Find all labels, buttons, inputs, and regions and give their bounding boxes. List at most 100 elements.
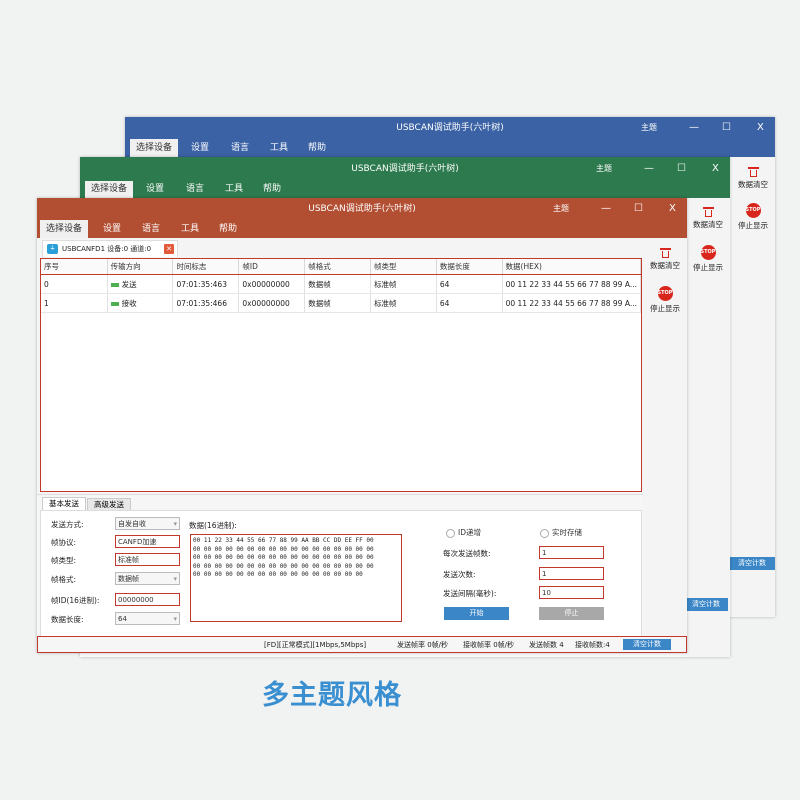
menu-settings[interactable]: 设置	[103, 220, 121, 238]
send-panel: 基本发送 高级发送 发送方式: 自发自收 帧协议: CANFD加速 帧类型: 标…	[37, 494, 643, 637]
menu-language[interactable]: 语言	[231, 139, 249, 157]
clear-data-button[interactable]: 数据清空	[644, 248, 686, 271]
send-mode-select[interactable]: 自发自收	[115, 517, 180, 531]
cell-data-hex: 00 11 22 33 44 55 66 77 88 99 A...	[502, 293, 642, 313]
close-button[interactable]: X	[712, 157, 719, 181]
menu-language[interactable]: 语言	[142, 220, 160, 238]
cell-data-length: 64	[436, 274, 503, 294]
menu-settings[interactable]: 设置	[146, 181, 164, 198]
window-title: USBCAN调试助手(六叶树)	[351, 164, 459, 174]
frames-per-send-input[interactable]: 1	[539, 546, 604, 559]
menu-help[interactable]: 帮助	[308, 139, 326, 157]
cell-data-hex: 00 11 22 33 44 55 66 77 88 99 A...	[502, 274, 642, 294]
frame-id-input[interactable]: 00000000	[115, 593, 180, 606]
start-send-button[interactable]: 开始	[444, 607, 509, 620]
cell-direction: 接收	[107, 293, 174, 313]
maximize-button[interactable]: ☐	[722, 117, 731, 139]
frame-type-select[interactable]: 标准帧	[115, 553, 180, 566]
cell-data-length: 64	[436, 293, 503, 313]
menu-tools[interactable]: 工具	[181, 220, 199, 238]
label-frame-id: 帧ID(16进制):	[51, 596, 100, 605]
frame-format-select[interactable]: 数据帧	[115, 572, 180, 586]
blue-titlebar: USBCAN调试助手(六叶树) 主题 — ☐ X	[125, 117, 775, 139]
status-recv-rate: 接收帧率 0帧/秒	[463, 641, 515, 649]
col-header-direction[interactable]: 传输方向	[107, 259, 174, 275]
id-increment-checkbox[interactable]: ID递增	[446, 527, 481, 538]
send-interval-input[interactable]: 10	[539, 586, 604, 599]
table-row[interactable]: 0 发送 07:01:35:463 0x00000000 数据帧 标准帧 64 …	[41, 274, 642, 294]
maximize-button[interactable]: ☐	[634, 198, 643, 220]
clear-data-button[interactable]: 数据清空	[687, 207, 729, 230]
send-form: 发送方式: 自发自收 帧协议: CANFD加速 帧类型: 标准帧 帧格式: 数据…	[40, 510, 642, 637]
receive-indicator-icon	[110, 301, 119, 306]
protocol-select[interactable]: CANFD加速	[115, 535, 180, 548]
menu-tools[interactable]: 工具	[270, 139, 288, 157]
label-send-interval: 发送间隔(毫秒):	[443, 589, 497, 598]
col-header-data-hex[interactable]: 数据(HEX)	[502, 259, 642, 275]
label-frame-format: 帧格式:	[51, 575, 77, 584]
menu-select-device[interactable]: 选择设备	[130, 139, 179, 157]
stop-icon: STOP	[745, 203, 761, 218]
stop-display-button[interactable]: STOP 停止显示	[687, 245, 729, 273]
col-header-index[interactable]: 序号	[41, 259, 108, 275]
minimize-button[interactable]: —	[644, 157, 654, 181]
status-recv-frames: 接收帧数:4	[575, 641, 610, 649]
blue-clear-count-button[interactable]: 清空计数	[729, 557, 775, 570]
green-clear-count-button[interactable]: 清空计数	[684, 598, 728, 611]
device-tab-label: USBCANFD1 设备:0 通道:0	[62, 245, 152, 253]
minimize-button[interactable]: —	[689, 117, 699, 139]
label-data-length: 数据长度:	[51, 615, 84, 624]
stop-icon: STOP	[657, 286, 673, 301]
stop-display-button[interactable]: STOP 停止显示	[732, 203, 774, 231]
close-button[interactable]: X	[757, 117, 764, 139]
clear-count-button[interactable]: 清空计数	[623, 639, 671, 650]
label-frames-per-send: 每次发送帧数:	[443, 549, 491, 558]
col-header-frame-type[interactable]: 帧类型	[370, 259, 437, 275]
green-sidebar: 数据清空 STOP 停止显示	[686, 198, 730, 657]
theme-menu[interactable]: 主题	[596, 157, 612, 181]
checkbox-icon	[446, 528, 455, 538]
label-frame-type: 帧类型:	[51, 556, 77, 565]
orange-theme-window: USBCAN调试助手(六叶树) 主题 — ☐ X 选择设备 设置 语言 工具 帮…	[37, 198, 687, 653]
clear-data-button[interactable]: 数据清空	[732, 167, 774, 190]
stop-display-button[interactable]: STOP 停止显示	[644, 286, 686, 314]
minimize-button[interactable]: —	[601, 198, 611, 220]
maximize-button[interactable]: ☐	[677, 157, 686, 181]
green-menubar: 选择设备 设置 语言 工具 帮助	[80, 181, 730, 198]
checkbox-icon	[540, 528, 549, 538]
theme-menu[interactable]: 主题	[641, 117, 657, 139]
data-line: 00 11 22 33 44 55 66 77 88 99 AA BB CC D…	[193, 537, 374, 544]
data-hex-input[interactable]: 00 11 22 33 44 55 66 77 88 99 AA BB CC D…	[190, 534, 402, 622]
menu-select-device[interactable]: 选择设备	[40, 220, 89, 238]
window-title: USBCAN调试助手(六叶树)	[308, 204, 416, 214]
menu-tools[interactable]: 工具	[225, 181, 243, 198]
stop-send-button[interactable]: 停止	[539, 607, 604, 620]
tab-advanced-send[interactable]: 高级发送	[87, 498, 131, 510]
blue-menubar: 选择设备 设置 语言 工具 帮助	[125, 139, 775, 157]
col-header-frame-id[interactable]: 帧ID	[238, 259, 306, 275]
stop-icon: STOP	[700, 245, 716, 260]
table-row[interactable]: 1 接收 07:01:35:466 0x00000000 数据帧 标准帧 64 …	[41, 293, 642, 313]
menu-help[interactable]: 帮助	[219, 220, 237, 238]
theme-menu[interactable]: 主题	[553, 198, 569, 220]
realtime-save-checkbox[interactable]: 实时存储	[540, 527, 582, 538]
window-title: USBCAN调试助手(六叶树)	[396, 123, 504, 133]
close-button[interactable]: X	[669, 198, 676, 220]
cell-time: 07:01:35:463	[172, 274, 240, 294]
col-header-data-length[interactable]: 数据长度	[436, 259, 503, 275]
tab-close-icon[interactable]: ✕	[164, 244, 174, 254]
data-line: 00 00 00 00 00 00 00 00 00 00 00 00 00 0…	[193, 571, 363, 578]
menu-help[interactable]: 帮助	[263, 181, 281, 198]
menu-select-device[interactable]: 选择设备	[85, 181, 134, 198]
blue-sidebar: 数据清空 STOP 停止显示	[731, 157, 775, 617]
menu-language[interactable]: 语言	[186, 181, 204, 198]
col-header-frame-format[interactable]: 帧格式	[304, 259, 372, 275]
send-count-input[interactable]: 1	[539, 567, 604, 580]
menu-settings[interactable]: 设置	[191, 139, 209, 157]
usb-icon: ⏚	[47, 244, 58, 254]
col-header-time[interactable]: 时间标志	[172, 259, 240, 275]
device-tab[interactable]: ⏚ USBCANFD1 设备:0 通道:0 ✕	[42, 240, 178, 257]
trash-icon	[702, 207, 714, 217]
data-length-select[interactable]: 64	[115, 612, 180, 626]
tab-basic-send[interactable]: 基本发送	[42, 497, 86, 510]
